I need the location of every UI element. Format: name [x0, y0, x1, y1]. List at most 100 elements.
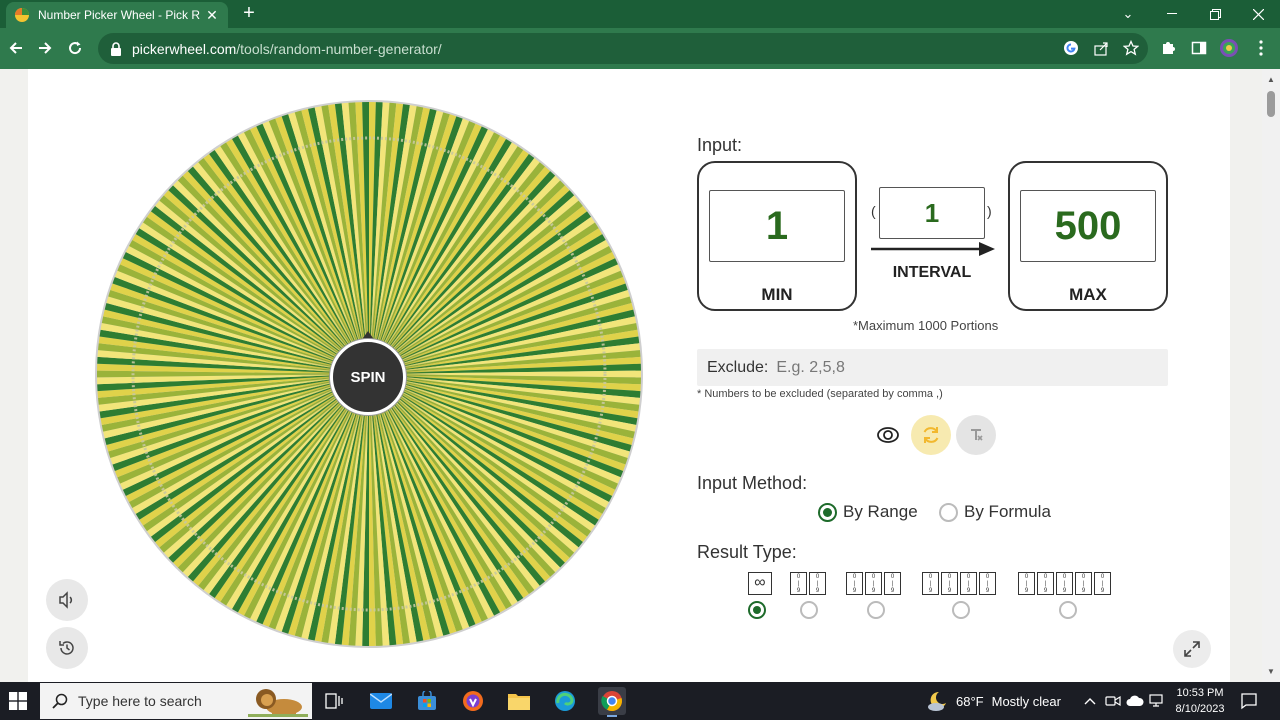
- digit-slot-icon: 0 | 9: [979, 572, 996, 595]
- restore-button[interactable]: [1193, 0, 1237, 28]
- exclude-input[interactable]: [776, 358, 1137, 377]
- scroll-up-arrow-icon[interactable]: ▲: [1267, 75, 1275, 84]
- radio-by-range[interactable]: By Range: [818, 502, 918, 522]
- kebab-menu-icon[interactable]: [1250, 37, 1272, 59]
- picker-wheel-favicon-icon: [15, 8, 29, 22]
- shuffle-button[interactable]: [911, 415, 951, 455]
- file-explorer-icon[interactable]: [505, 687, 533, 715]
- result-type-digits-2[interactable]: 0 | 90 | 9: [790, 572, 826, 595]
- digit-slot-icon: 0 | 9: [1056, 572, 1073, 595]
- max-input[interactable]: 500: [1020, 190, 1156, 262]
- reload-button[interactable]: [64, 37, 86, 59]
- tab-search-chevron-icon[interactable]: ⌄: [1106, 0, 1150, 28]
- result-type-radio[interactable]: [1059, 601, 1077, 619]
- forward-button[interactable]: [34, 37, 56, 59]
- digit-slot-icon: 0 | 9: [884, 572, 901, 595]
- tab-close-icon[interactable]: ✕: [204, 7, 220, 24]
- clear-button[interactable]: [956, 415, 996, 455]
- url-host: pickerwheel.com: [132, 40, 237, 57]
- exclude-field[interactable]: Exclude:: [697, 349, 1168, 386]
- share-icon[interactable]: [1090, 37, 1112, 59]
- fullscreen-button[interactable]: [1173, 630, 1211, 668]
- search-placeholder: Type here to search: [78, 693, 202, 709]
- interval-input[interactable]: 1: [879, 187, 985, 239]
- search-icon: [52, 693, 68, 709]
- mail-app-icon[interactable]: [367, 687, 395, 715]
- max-portions-note: *Maximum 1000 Portions: [853, 318, 999, 333]
- show-hide-button[interactable]: [868, 415, 908, 455]
- side-panel-icon[interactable]: [1188, 37, 1210, 59]
- back-button[interactable]: [5, 37, 27, 59]
- close-window-button[interactable]: [1236, 0, 1280, 28]
- page-scrollbar[interactable]: ▲ ▼: [1262, 69, 1280, 682]
- browser-tab[interactable]: Number Picker Wheel - Pick Rand ✕: [6, 2, 228, 28]
- digit-slot-icon: 0 | 9: [941, 572, 958, 595]
- url-path: /tools/random-number-generator/: [236, 40, 442, 57]
- result-type-radio[interactable]: [800, 601, 818, 619]
- weather-widget[interactable]: 68°F Mostly clear: [926, 682, 1061, 720]
- meet-now-icon[interactable]: [1104, 692, 1122, 710]
- digit-slot-icon: 0 | 9: [1037, 572, 1054, 595]
- network-icon[interactable]: [1148, 692, 1166, 710]
- taskbar-clock[interactable]: 10:53 PM 8/10/2023: [1168, 685, 1232, 717]
- weather-temperature: 68°F: [956, 693, 984, 709]
- search-highlight-lion-icon: [248, 689, 308, 717]
- restore-icon: [1209, 8, 1221, 20]
- profile-avatar[interactable]: [1218, 37, 1240, 59]
- sound-toggle-button[interactable]: [46, 579, 88, 621]
- address-bar[interactable]: pickerwheel.com/tools/random-number-gene…: [98, 33, 1148, 64]
- history-button[interactable]: [46, 627, 88, 669]
- browser-tab-bar: Number Picker Wheel - Pick Rand ✕ + ⌄: [0, 0, 1280, 28]
- exclude-note: * Numbers to be excluded (separated by c…: [697, 388, 943, 400]
- tab-title: Number Picker Wheel - Pick Rand: [38, 8, 200, 22]
- clock-date: 8/10/2023: [1175, 703, 1225, 715]
- close-icon: [1252, 8, 1264, 20]
- digit-slot-icon: 0 | 9: [809, 572, 826, 595]
- bookmark-star-icon[interactable]: [1120, 37, 1142, 59]
- result-type-radio[interactable]: [748, 601, 766, 619]
- extensions-puzzle-icon[interactable]: [1157, 37, 1179, 59]
- onedrive-cloud-icon[interactable]: [1126, 692, 1144, 710]
- spin-button[interactable]: SPIN: [330, 339, 406, 415]
- lock-icon: [111, 41, 121, 56]
- arrow-right-icon: [39, 42, 52, 54]
- task-view-icon[interactable]: [320, 687, 348, 715]
- speaker-icon: [59, 591, 73, 609]
- minimize-button[interactable]: [1150, 0, 1194, 28]
- arrow-left-icon: [9, 42, 22, 54]
- result-type-radio[interactable]: [952, 601, 970, 619]
- new-tab-button[interactable]: +: [238, 2, 260, 24]
- browser-toolbar: pickerwheel.com/tools/random-number-gene…: [0, 28, 1280, 69]
- result-type-digits-4[interactable]: 0 | 90 | 90 | 90 | 9: [922, 572, 996, 595]
- max-caption: MAX: [1069, 285, 1107, 304]
- browser-app-icon[interactable]: [459, 687, 487, 715]
- result-type-label: Result Type:: [697, 542, 797, 562]
- scroll-down-arrow-icon[interactable]: ▼: [1267, 667, 1275, 676]
- google-lens-icon[interactable]: [1060, 37, 1082, 59]
- min-box: 1 MIN: [697, 161, 857, 311]
- result-type-radio[interactable]: [867, 601, 885, 619]
- result-type-infinite[interactable]: ∞: [748, 572, 772, 595]
- min-input[interactable]: 1: [709, 190, 845, 262]
- result-type-digits-5[interactable]: 0 | 90 | 90 | 90 | 90 | 9: [1018, 572, 1111, 595]
- result-type-digits-3[interactable]: 0 | 90 | 90 | 9: [846, 572, 901, 595]
- interval-paren-open: (: [871, 203, 876, 219]
- windows-start-icon[interactable]: [9, 692, 27, 710]
- digit-slot-icon: 0 | 9: [790, 572, 807, 595]
- digit-slot-icon: 0 | 9: [922, 572, 939, 595]
- edge-app-icon[interactable]: [551, 687, 579, 715]
- expand-icon: [1184, 641, 1200, 657]
- digit-slot-icon: 0 | 9: [846, 572, 863, 595]
- chrome-app-icon[interactable]: [598, 687, 626, 717]
- digit-slot-icon: 0 | 9: [1018, 572, 1035, 595]
- radio-by-formula[interactable]: By Formula: [939, 502, 1051, 522]
- notification-center-icon[interactable]: [1240, 692, 1258, 710]
- radio-by-formula-dot[interactable]: [939, 502, 958, 522]
- tray-chevron-up-icon[interactable]: [1081, 692, 1099, 710]
- scrollbar-thumb[interactable]: [1267, 91, 1275, 117]
- digit-slot-icon: 0 | 9: [1075, 572, 1092, 595]
- radio-by-range-dot[interactable]: [818, 502, 837, 522]
- history-icon: [59, 641, 74, 655]
- taskbar-search[interactable]: Type here to search: [40, 683, 312, 719]
- store-app-icon[interactable]: [413, 687, 441, 715]
